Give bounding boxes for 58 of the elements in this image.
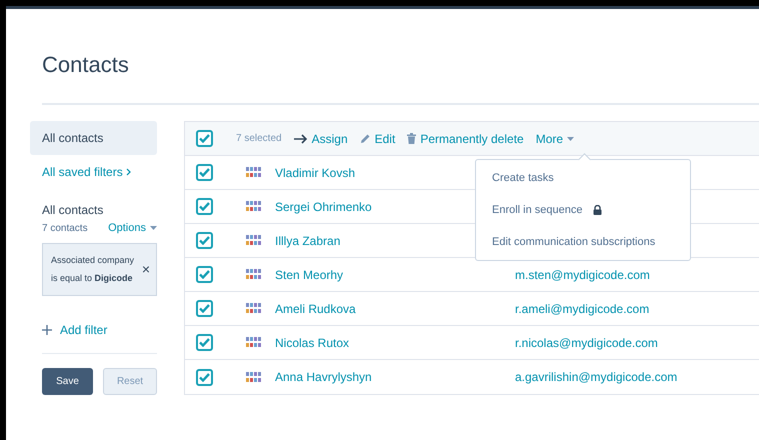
page-title: Contacts	[42, 51, 129, 79]
trash-icon	[407, 133, 416, 144]
contact-name[interactable]: Ameli Rudkova	[275, 300, 515, 318]
checkbox[interactable]	[196, 368, 213, 386]
contact-name[interactable]: Sten Meorhy	[275, 266, 515, 284]
checkbox[interactable]	[196, 232, 213, 249]
logo-icon	[246, 303, 262, 314]
logo-icon	[246, 269, 262, 280]
toolbar-action[interactable]: Edit	[360, 130, 396, 148]
checkmark-icon	[199, 168, 210, 177]
contact-email[interactable]: r.ameli@mydigicode.com	[515, 300, 650, 318]
add-filter-link[interactable]: Add filter	[60, 320, 108, 338]
reset-button[interactable]: Reset	[103, 368, 157, 394]
menu-item[interactable]: Edit communication subscriptions	[476, 226, 690, 258]
checkmark-icon	[199, 134, 210, 143]
remove-filter-button[interactable]: ×	[142, 262, 150, 276]
save-button[interactable]: Save	[42, 368, 93, 394]
options-link[interactable]: Options	[108, 220, 157, 236]
toolbar-action[interactable]: Permanently delete	[407, 130, 524, 148]
chevron-right-icon	[126, 168, 131, 176]
selected-count: 7 selected	[236, 132, 282, 146]
checkbox[interactable]	[196, 130, 213, 147]
arrow-right-icon	[294, 134, 308, 144]
logo-icon	[246, 372, 262, 382]
checkmark-icon	[199, 304, 210, 313]
logo-icon	[246, 337, 262, 348]
lock-icon	[592, 205, 602, 215]
logo-icon	[246, 167, 262, 178]
plus-icon	[42, 324, 52, 334]
contact-email[interactable]: r.nicolas@mydigicode.com	[515, 334, 658, 352]
checkbox[interactable]	[196, 300, 213, 317]
menu-item[interactable]: Enroll in sequence	[476, 194, 690, 226]
contact-email[interactable]: m.sten@mydigicode.com	[515, 266, 650, 284]
toolbar-action[interactable]: More	[536, 130, 574, 148]
checkmark-icon	[199, 270, 210, 279]
toolbar-action[interactable]: Assign	[294, 130, 348, 148]
view-title: All contacts	[42, 203, 104, 217]
contact-count: 7 contacts	[42, 222, 88, 236]
caret-icon	[150, 226, 157, 230]
checkbox[interactable]	[196, 164, 213, 181]
contact-name[interactable]: Anna Havrylyshyn	[275, 368, 515, 386]
caret-icon	[567, 136, 574, 140]
contact-name[interactable]: Nicolas Rutox	[275, 334, 515, 352]
menu-item[interactable]: Create tasks	[476, 162, 690, 194]
sidebar-item[interactable]: All saved filters	[30, 155, 157, 189]
pencil-icon	[360, 133, 371, 144]
filter-text: Associated company is equal to Digicode	[51, 254, 136, 285]
checkmark-icon	[199, 202, 210, 211]
checkbox[interactable]	[196, 266, 213, 283]
checkbox[interactable]	[196, 334, 213, 351]
checkmark-icon	[199, 236, 210, 245]
sidebar-item[interactable]: All contacts	[30, 121, 157, 155]
logo-icon	[246, 201, 262, 212]
checkmark-icon	[199, 338, 210, 347]
logo-icon	[246, 235, 262, 246]
checkbox[interactable]	[196, 198, 213, 215]
checkmark-icon	[199, 372, 210, 382]
contact-email[interactable]: a.gavrilishin@mydigicode.com	[515, 368, 678, 386]
